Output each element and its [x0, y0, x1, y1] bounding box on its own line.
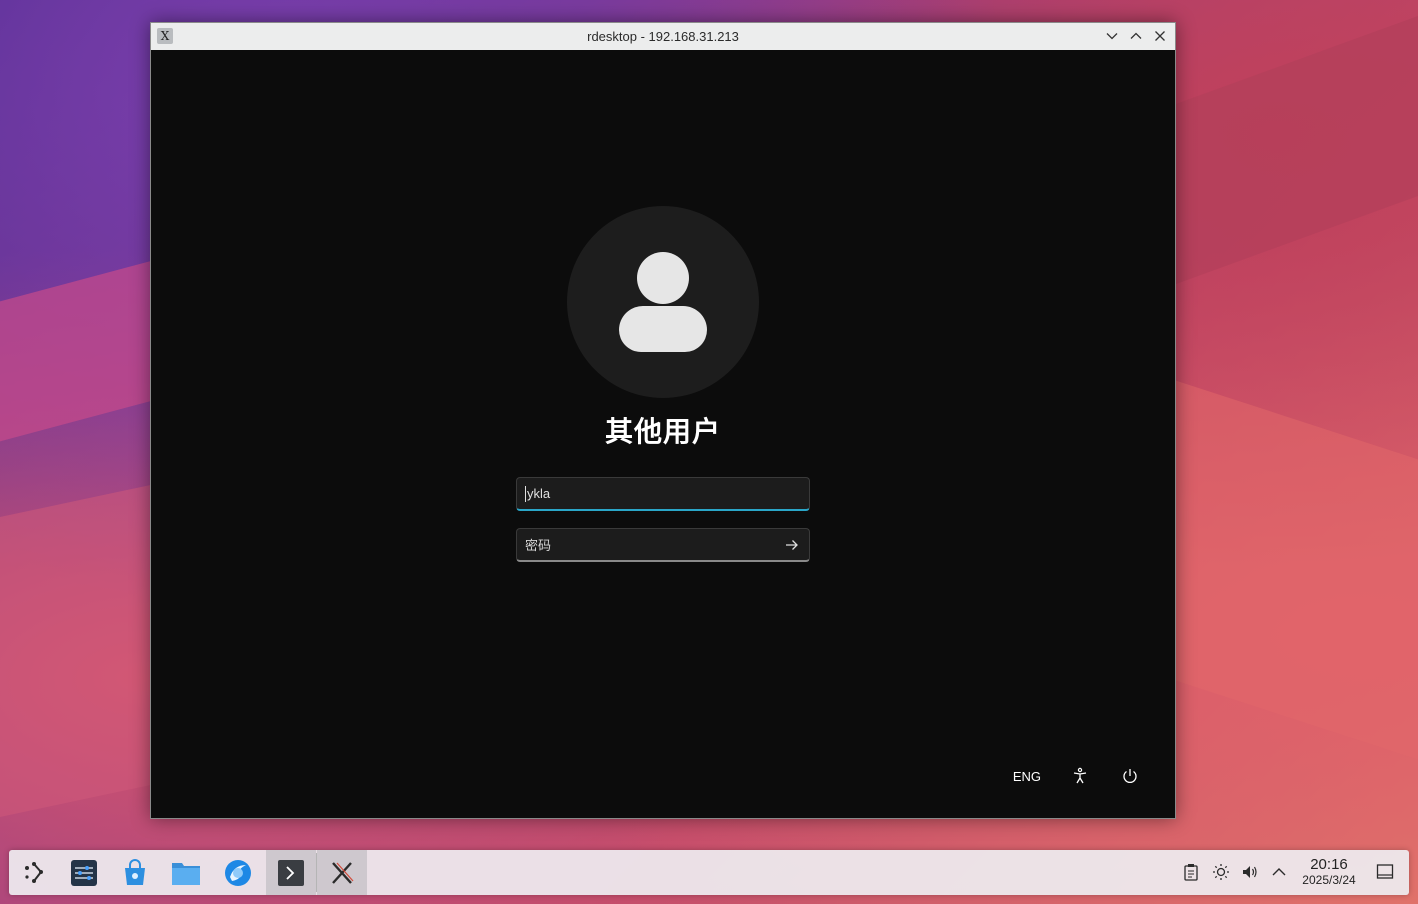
application-launcher-button[interactable] — [9, 850, 59, 895]
browser-button[interactable] — [213, 850, 263, 895]
wallpaper-shape — [0, 258, 160, 442]
clipboard-icon — [1184, 864, 1198, 881]
system-settings-button[interactable] — [59, 850, 109, 895]
username-input[interactable]: ykla — [516, 477, 810, 511]
application-launcher-icon — [25, 861, 43, 883]
digital-clock[interactable]: 20:16 2025/3/24 — [1297, 856, 1361, 888]
chevron-up-icon — [1130, 32, 1142, 39]
rdesktop-task-button[interactable] — [317, 850, 367, 895]
discover-store-icon — [125, 858, 145, 885]
power-button[interactable] — [1119, 765, 1141, 787]
arrow-right-icon — [786, 540, 798, 550]
close-button[interactable] — [1151, 27, 1169, 45]
avatar-head-shape — [637, 252, 689, 304]
terminal-icon — [278, 859, 304, 886]
rdesktop-window: X rdesktop - 192.168.31.213 其他用户 ykla 密码 — [150, 22, 1176, 819]
file-manager-icon — [172, 862, 200, 885]
accessibility-button[interactable] — [1069, 765, 1091, 787]
wallpaper-shape — [0, 482, 160, 818]
browser-icon — [225, 859, 251, 886]
power-icon — [1123, 769, 1137, 783]
window-title: rdesktop - 192.168.31.213 — [587, 29, 739, 44]
terminal-button[interactable] — [266, 850, 316, 895]
brightness-button[interactable] — [1211, 862, 1231, 882]
taskbar: 20:16 2025/3/24 — [9, 850, 1409, 895]
password-placeholder: 密码 — [525, 538, 552, 553]
remote-login-screen[interactable]: 其他用户 ykla 密码 ENG — [151, 50, 1175, 818]
rdesktop-icon — [332, 861, 354, 884]
show-desktop-button[interactable] — [1375, 862, 1395, 882]
file-manager-button[interactable] — [161, 850, 211, 895]
volume-icon — [1243, 866, 1257, 878]
rdesktop-app-icon[interactable]: X — [157, 28, 173, 44]
wallpaper-shape — [1176, 15, 1418, 285]
avatar-body-shape — [619, 306, 707, 352]
brightness-icon — [1213, 864, 1229, 880]
user-avatar — [567, 206, 759, 398]
system-settings-icon — [71, 859, 97, 886]
submit-button[interactable] — [783, 536, 801, 554]
volume-button[interactable] — [1240, 862, 1260, 882]
password-input[interactable]: 密码 — [516, 528, 810, 562]
accessibility-icon — [1073, 767, 1087, 784]
input-language-button[interactable]: ENG — [1013, 769, 1041, 784]
window-titlebar[interactable]: X rdesktop - 192.168.31.213 — [151, 23, 1175, 51]
show-hidden-icons-button[interactable] — [1269, 862, 1289, 882]
user-display-name: 其他用户 — [604, 415, 721, 448]
chevron-down-icon — [1106, 33, 1118, 40]
clock-date: 2025/3/24 — [1302, 873, 1356, 887]
discover-store-button[interactable] — [110, 850, 160, 895]
show-desktop-icon — [1376, 864, 1394, 879]
text-caret — [525, 485, 526, 502]
close-icon — [1155, 31, 1165, 41]
clock-time: 20:16 — [1310, 856, 1348, 873]
wallpaper-shape — [1176, 380, 1418, 760]
maximize-button[interactable] — [1127, 27, 1145, 45]
username-value: ykla — [527, 486, 551, 501]
minimize-button[interactable] — [1103, 27, 1121, 45]
chevron-up-icon — [1272, 868, 1286, 876]
clipboard-button[interactable] — [1181, 862, 1201, 882]
